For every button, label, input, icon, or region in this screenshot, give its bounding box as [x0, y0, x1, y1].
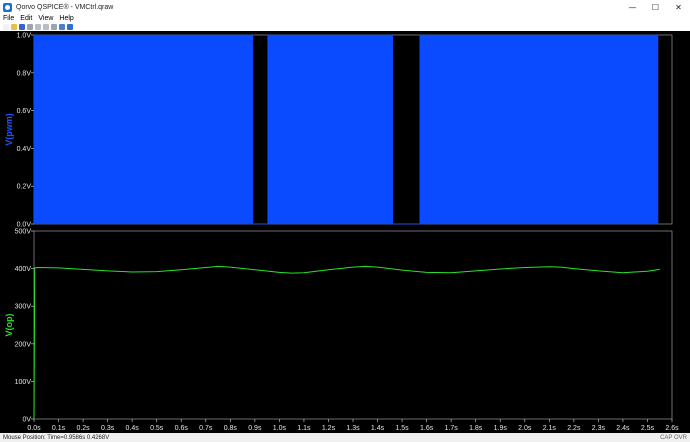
x-tick-label: 0.4s: [126, 425, 140, 432]
zoom-fit-icon[interactable]: [51, 24, 57, 30]
y-tick-label: 1.0V: [17, 33, 32, 40]
x-tick-label: 1.6s: [420, 425, 434, 432]
x-tick-label: 0.8s: [224, 425, 238, 432]
waveform-viewer[interactable]: 0.0V 0.2V 0.4V 0.6V 0.8V 1.0V V(pwm) 0V 100V 200V…: [0, 31, 690, 433]
pwm-trace: [33, 34, 659, 225]
x-tick-label: 0.9s: [248, 425, 262, 432]
y-tick-label: 0V: [22, 417, 31, 424]
x-tick-label: 1.8s: [469, 425, 483, 432]
y-tick-label: 300V: [15, 304, 32, 311]
x-tick-label: 2.4s: [616, 425, 630, 432]
maximize-button[interactable]: ☐: [644, 0, 667, 14]
window-controls: — ☐ ✕: [621, 0, 690, 14]
y-tick-label: 500V: [15, 229, 32, 236]
y-tick-label: 0.4V: [17, 146, 32, 153]
save-icon[interactable]: [19, 24, 25, 30]
op-voltage-trace: [33, 265, 660, 420]
y-tick-label: 0.0V: [17, 222, 32, 229]
y-tick-label: 0.6V: [17, 108, 32, 115]
plot-frame-2: [33, 230, 673, 420]
x-tick-label: 0.1s: [52, 425, 66, 432]
mouse-position-readout: Mouse Position: Time=0.9586s 0.4268V: [3, 434, 110, 441]
x-tick-label: 0.5s: [150, 425, 164, 432]
title-bar: Qorvo QSPICE® - VMCtrl.qraw — ☐ ✕: [0, 0, 690, 14]
x-tick-label: 2.1s: [543, 425, 557, 432]
cut-icon[interactable]: [35, 24, 41, 30]
y-tick-label: 200V: [15, 341, 32, 348]
y-axis-label: V(pwm): [4, 113, 14, 146]
qspice-app-icon: [3, 2, 12, 12]
close-button[interactable]: ✕: [667, 0, 690, 14]
menu-file[interactable]: File: [0, 15, 17, 22]
print-icon[interactable]: [27, 24, 33, 30]
menu-edit[interactable]: Edit: [17, 15, 35, 22]
menu-view[interactable]: View: [35, 15, 56, 22]
x-tick-label: 1.2s: [322, 425, 336, 432]
x-tick-label: 2.0s: [518, 425, 532, 432]
x-tick-label: 1.5s: [395, 425, 409, 432]
x-tick-label: 1.7s: [445, 425, 459, 432]
x-tick-label: 2.3s: [592, 425, 606, 432]
x-tick-label: 1.1s: [297, 425, 311, 432]
open-folder-icon[interactable]: [11, 24, 17, 30]
minimize-button[interactable]: —: [621, 0, 644, 14]
keyboard-indicators: CAP OVR: [660, 434, 687, 441]
x-tick-label: 1.9s: [494, 425, 508, 432]
new-file-icon[interactable]: [3, 24, 9, 30]
x-tick-label: 2.2s: [567, 425, 581, 432]
x-tick-label: 0.0s: [27, 425, 41, 432]
y-axis-label: V(op): [4, 314, 14, 337]
y-tick-label: 100V: [15, 379, 32, 386]
window-title: Qorvo QSPICE® - VMCtrl.qraw: [16, 3, 114, 11]
x-tick-label: 0.6s: [175, 425, 189, 432]
help-icon[interactable]: [67, 24, 73, 30]
x-tick-label: 2.6s: [665, 425, 679, 432]
menu-bar: File Edit View Help: [0, 14, 690, 23]
x-tick-label: 1.4s: [371, 425, 385, 432]
x-tick-label: 1.3s: [346, 425, 360, 432]
x-tick-label: 0.2s: [76, 425, 90, 432]
x-tick-label: 2.5s: [641, 425, 655, 432]
y-tick-label: 400V: [15, 266, 32, 273]
y-tick-label: 0.8V: [17, 70, 32, 77]
x-tick-label: 0.7s: [199, 425, 213, 432]
x-tick-label: 0.3s: [101, 425, 115, 432]
status-bar: Mouse Position: Time=0.9586s 0.4268V CAP…: [0, 433, 690, 442]
zoom-icon[interactable]: [59, 24, 65, 30]
toolbar: [0, 23, 690, 31]
y-tick-label: 0.2V: [17, 184, 32, 191]
menu-help[interactable]: Help: [56, 15, 76, 22]
copy-icon[interactable]: [43, 24, 49, 30]
x-tick-label: 1.0s: [273, 425, 287, 432]
waveform-plots[interactable]: 0.0V 0.2V 0.4V 0.6V 0.8V 1.0V V(pwm) 0V 100V 200V…: [0, 31, 690, 433]
